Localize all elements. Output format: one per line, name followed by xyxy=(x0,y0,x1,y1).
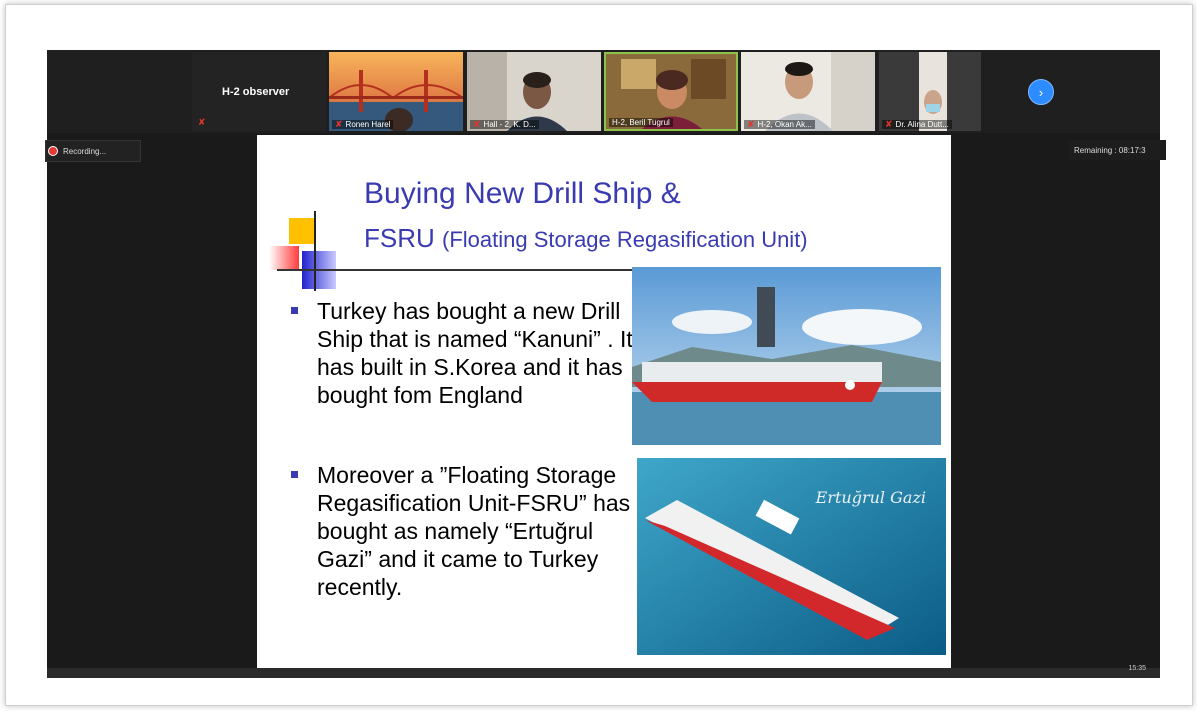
muted-mic-icon: ✘ xyxy=(198,117,206,127)
muted-mic-icon: ✘ xyxy=(885,120,893,129)
observer-name: H-2 observer xyxy=(222,86,290,98)
recording-label: Recording... xyxy=(63,146,107,156)
remaining-time: Remaining : 08:17:3 xyxy=(1069,140,1166,160)
meeting-window: H-2 observer ✘ ✘ Ronen Harel ✘ Hall - 2,… xyxy=(45,50,1166,678)
participant-label: Dr. Alina Dutt... xyxy=(895,120,949,129)
participant-tile-3-active[interactable]: H-2, Beril Tugrul xyxy=(604,52,738,131)
bullet-1: Turkey has bought a new Drill Ship that … xyxy=(291,297,637,409)
participant-name: ✘ Ronen Harel xyxy=(332,120,394,129)
fsru-ship-photo: Ertuğrul Gazi xyxy=(637,458,946,655)
decor-vertical-line xyxy=(314,211,316,291)
participant-label: H-2, Okan Ak... xyxy=(757,120,812,129)
slide-title-line1: Buying New Drill Ship & xyxy=(364,177,681,210)
participant-name: ✘ H-2, Okan Ak... xyxy=(744,120,815,129)
taskbar: 15:35 xyxy=(47,665,1160,678)
participant-tile-4[interactable]: ✘ H-2, Okan Ak... xyxy=(741,52,875,131)
slide-title-fsru: FSRU xyxy=(364,223,435,253)
drill-ship-image xyxy=(632,267,941,445)
participant-label: H-2, Beril Tugrul xyxy=(612,118,670,127)
participant-name: H-2, Beril Tugrul xyxy=(609,118,673,127)
participant-name: ✘ Hall - 2, K. D... xyxy=(470,120,539,129)
participant-name: ✘ Dr. Alina Dutt... xyxy=(882,120,952,129)
participant-tile-2[interactable]: ✘ Hall - 2, K. D... xyxy=(467,52,601,131)
decor-yellow-square xyxy=(289,218,315,244)
decor-red-block xyxy=(269,246,299,270)
bullet-2-text: Moreover a ”Floating Storage Regasificat… xyxy=(317,462,631,600)
next-participants-button[interactable]: › xyxy=(1028,79,1054,105)
participant-label: Hall - 2, K. D... xyxy=(483,120,536,129)
bullet-square-icon xyxy=(291,307,298,314)
recording-indicator[interactable]: Recording... xyxy=(45,140,141,162)
slide-title-fsru-expansion: (Floating Storage Regasification Unit) xyxy=(442,227,808,252)
participant-tile-observer[interactable]: H-2 observer ✘ xyxy=(192,52,326,131)
taskbar-clock: 15:35 xyxy=(1128,665,1146,672)
drill-ship-photo xyxy=(632,267,941,445)
bullet-2: Moreover a ”Floating Storage Regasificat… xyxy=(291,461,637,601)
muted-mic-icon: ✘ xyxy=(473,120,481,129)
fsru-photo-caption: Ertuğrul Gazi xyxy=(815,488,926,507)
bullet-square-icon xyxy=(291,471,298,478)
participant-label: Ronen Harel xyxy=(345,120,391,129)
bullet-1-text: Turkey has bought a new Drill Ship that … xyxy=(317,298,633,408)
participant-tile-5[interactable]: ✘ Dr. Alina Dutt... xyxy=(879,52,981,131)
muted-mic-icon: ✘ xyxy=(335,120,343,129)
muted-mic-icon: ✘ xyxy=(747,120,755,129)
participant-tile-1[interactable]: ✘ Ronen Harel xyxy=(329,52,463,131)
participant-strip: H-2 observer ✘ ✘ Ronen Harel ✘ Hall - 2,… xyxy=(47,50,1160,133)
decor-horizontal-line xyxy=(277,269,657,271)
slide-title-line2: FSRU (Floating Storage Regasification Un… xyxy=(364,223,808,254)
shared-slide: Buying New Drill Ship & FSRU (Floating S… xyxy=(257,135,951,670)
record-dot-icon xyxy=(48,146,58,156)
chevron-right-icon: › xyxy=(1038,84,1044,100)
